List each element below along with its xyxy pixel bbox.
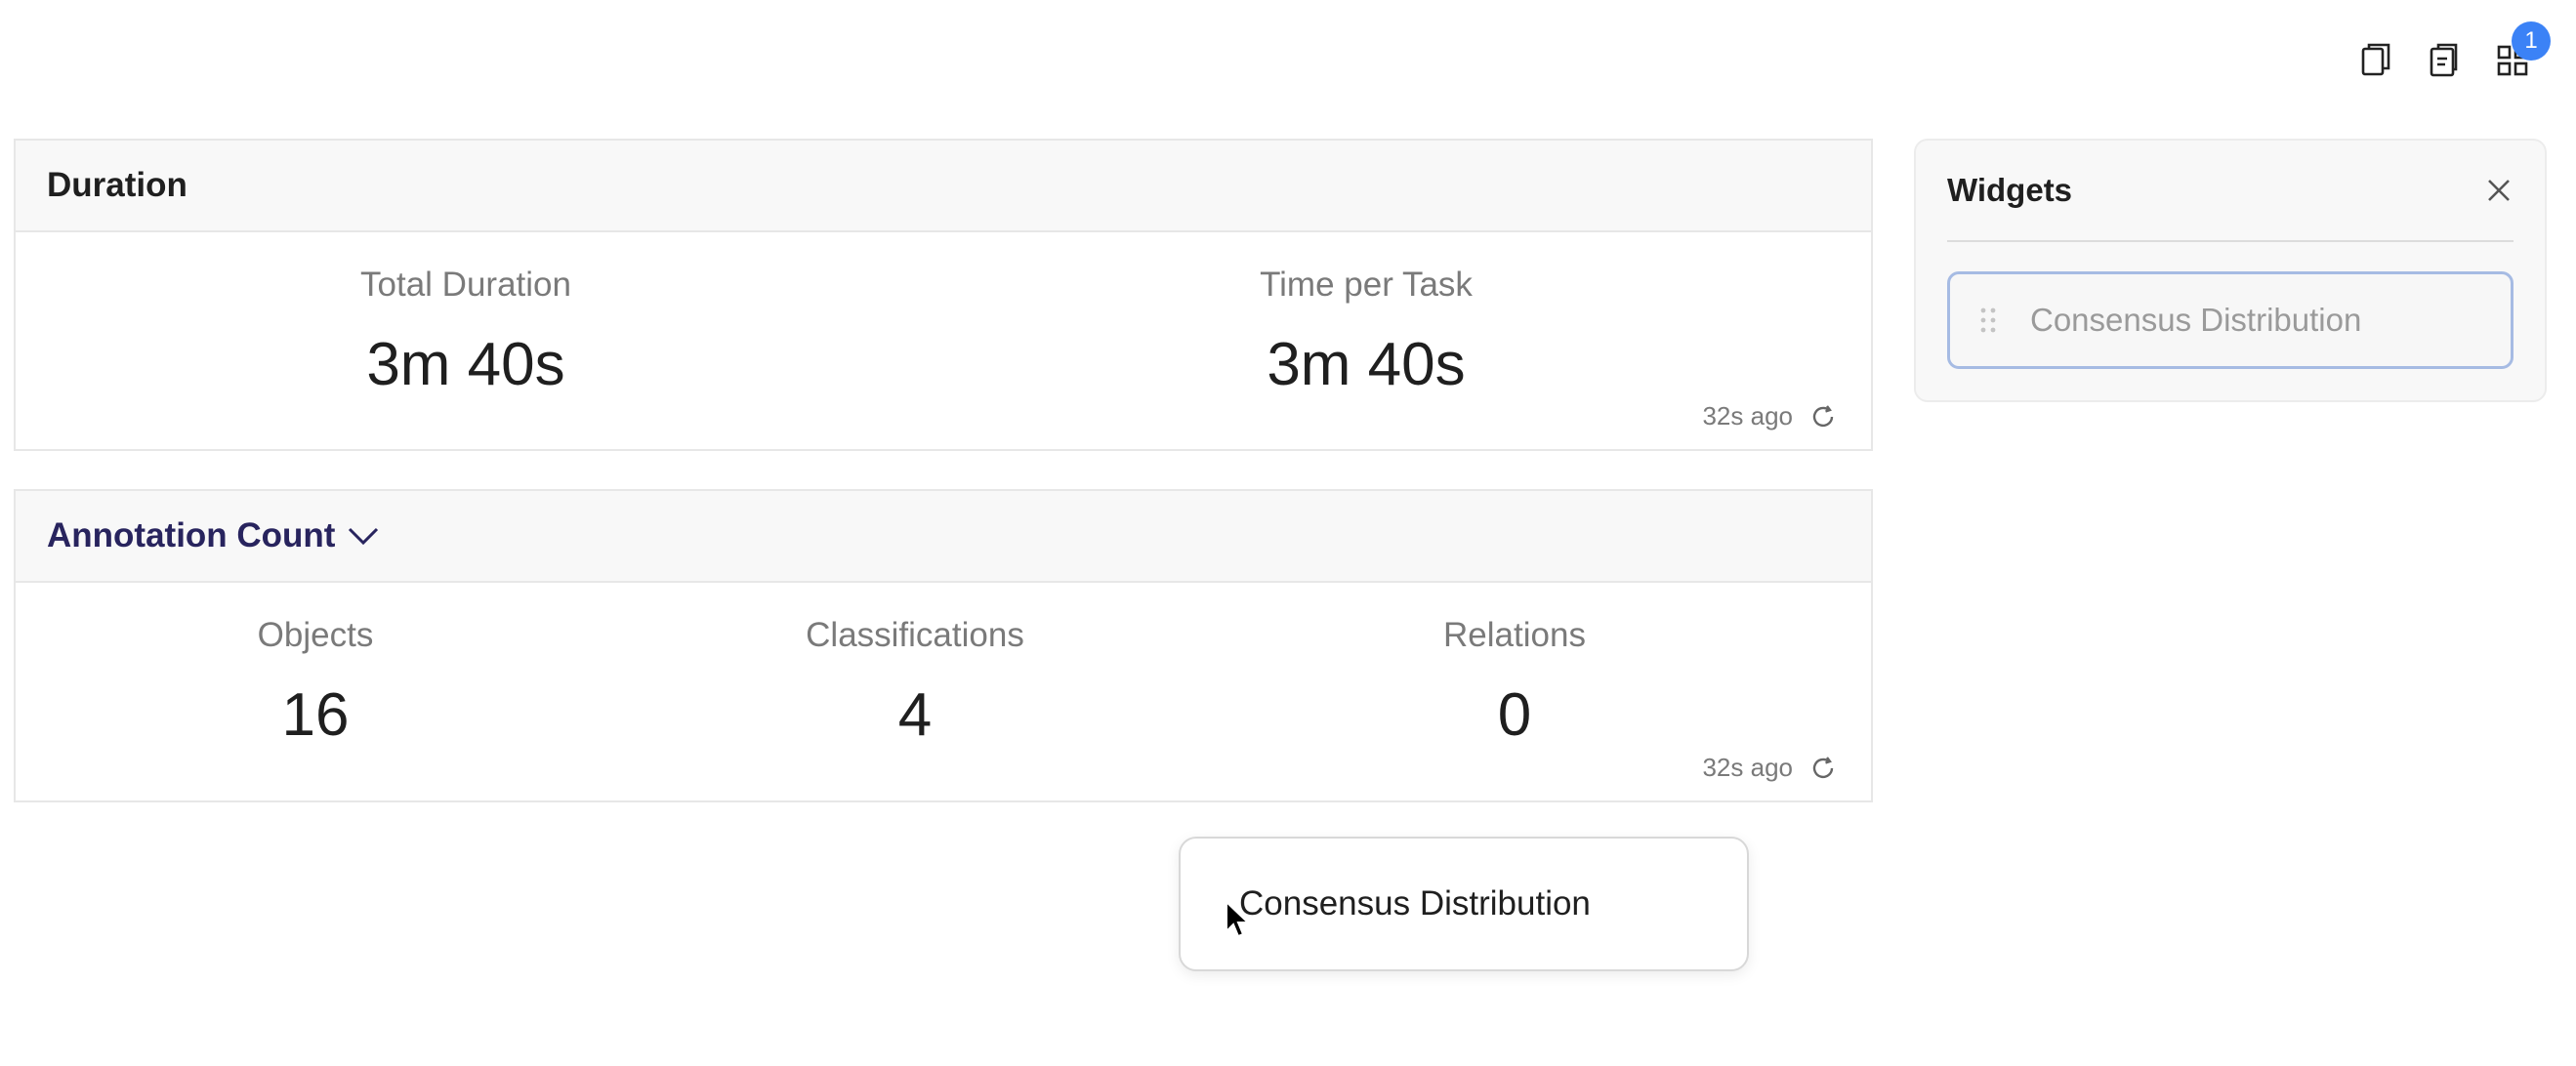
metric-label: Relations — [1443, 616, 1586, 654]
last-updated-text: 32s ago — [1702, 753, 1793, 782]
annotation-count-dropdown[interactable]: Annotation Count — [47, 516, 380, 555]
drag-handle-icon[interactable] — [1979, 307, 1997, 334]
metric-time-per-task: Time per Task 3m 40s — [916, 232, 1816, 449]
metric-objects: Objects 16 — [16, 583, 615, 800]
duration-refresh-row: 32s ago — [1702, 401, 1836, 431]
paste-icon — [2430, 43, 2458, 77]
drag-preview[interactable]: Consensus Distribution — [1179, 837, 1749, 971]
annotation-card-body: Objects 16 Classifications 4 Relations 0… — [16, 583, 1871, 800]
paste-button[interactable] — [2426, 37, 2463, 82]
close-icon[interactable] — [2484, 176, 2514, 205]
metric-value: 16 — [281, 681, 350, 749]
metric-label: Total Duration — [360, 266, 571, 304]
metric-value: 3m 40s — [366, 331, 565, 398]
widgets-panel: Widgets Consensus Distribution — [1914, 139, 2547, 402]
metric-value: 0 — [1497, 681, 1532, 749]
last-updated-text: 32s ago — [1702, 401, 1793, 430]
copy-icon — [2361, 43, 2390, 76]
refresh-icon[interactable] — [1810, 404, 1836, 430]
mouse-cursor-icon — [1226, 900, 1251, 938]
annotation-count-card: Annotation Count Objects 16 Classificati… — [14, 489, 1873, 802]
widget-item-label: Consensus Distribution — [2030, 302, 2362, 338]
widget-item-consensus-distribution[interactable]: Consensus Distribution — [1947, 271, 2514, 369]
widgets-panel-header: Widgets — [1947, 141, 2514, 242]
widgets-count-badge: 1 — [2512, 21, 2551, 61]
duration-card-body: Total Duration 3m 40s Time per Task 3m 4… — [16, 232, 1871, 449]
drag-preview-label: Consensus Distribution — [1239, 884, 1591, 922]
copy-button[interactable] — [2357, 37, 2394, 82]
widgets-panel-title: Widgets — [1947, 172, 2073, 208]
duration-card-header: Duration — [16, 141, 1871, 232]
metric-label: Classifications — [806, 616, 1024, 654]
duration-card: Duration Total Duration 3m 40s Time per … — [14, 139, 1873, 451]
metric-classifications: Classifications 4 — [615, 583, 1215, 800]
metric-label: Objects — [257, 616, 374, 654]
duration-card-title: Duration — [47, 166, 187, 204]
annotation-card-title: Annotation Count — [47, 516, 336, 554]
metric-value: 3m 40s — [1267, 331, 1466, 398]
top-toolbar: 1 — [2357, 21, 2551, 82]
chevron-down-icon — [349, 527, 379, 546]
widgets-button[interactable]: 1 — [2494, 21, 2551, 82]
metric-total-duration: Total Duration 3m 40s — [16, 232, 916, 449]
annotation-card-header: Annotation Count — [16, 491, 1871, 583]
metric-label: Time per Task — [1260, 266, 1473, 304]
annotation-refresh-row: 32s ago — [1702, 753, 1836, 783]
refresh-icon[interactable] — [1810, 756, 1836, 781]
analytics-page: 1 Duration Total Duration 3m 40s Time pe… — [0, 0, 2576, 1066]
metric-value: 4 — [897, 681, 933, 749]
